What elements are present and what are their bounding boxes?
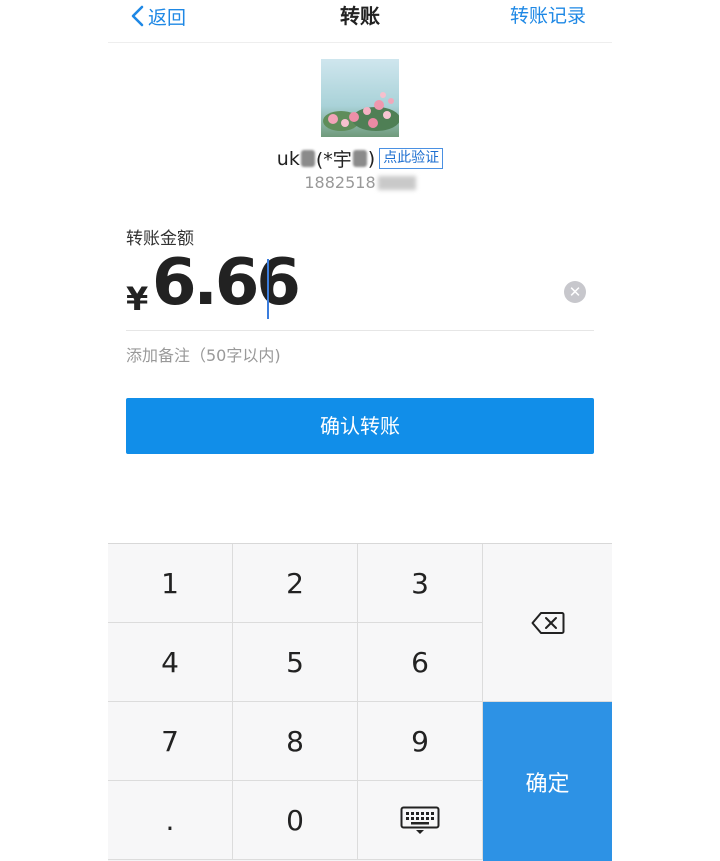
transfer-history-link[interactable]: 转账记录 — [510, 2, 586, 30]
key-9[interactable]: 9 — [358, 702, 483, 781]
recipient-name-suffix: ) — [367, 147, 376, 170]
key-6[interactable]: 6 — [358, 623, 483, 702]
recipient-name: uk (*宇 ) — [277, 145, 375, 172]
key-7[interactable]: 7 — [108, 702, 233, 781]
key-4[interactable]: 4 — [108, 623, 233, 702]
phone-visible-digits: 1882518 — [304, 173, 376, 192]
key-5[interactable]: 5 — [233, 623, 358, 702]
recipient-phone: 1882518 — [108, 173, 612, 192]
key-2[interactable]: 2 — [233, 544, 358, 623]
remark-input[interactable]: 添加备注（50字以内) — [126, 342, 281, 366]
key-0[interactable]: 0 — [233, 781, 358, 860]
key-8[interactable]: 8 — [233, 702, 358, 781]
recipient-name-prefix: uk — [276, 147, 300, 170]
close-icon: ✕ — [568, 283, 582, 301]
key-decimal[interactable]: . — [108, 781, 233, 860]
backspace-button[interactable] — [483, 544, 612, 702]
clear-amount-button[interactable]: ✕ — [564, 281, 586, 303]
transfer-screen: 返回 转账 转账记录 uk (*宇) 点此验证 1882518 转账金额 ¥ … — [108, 0, 612, 861]
masked-character — [300, 150, 315, 167]
numeric-keypad: 1 2 3 4 5 6 7 8 9 . 0 确定 — [108, 543, 612, 861]
key-1[interactable]: 1 — [108, 544, 233, 623]
recipient-name-row: uk (*宇 ) 点此验证 — [108, 145, 612, 172]
key-3[interactable]: 3 — [358, 544, 483, 623]
masked-phone-digits — [377, 175, 416, 190]
amount-input[interactable]: ¥ 6.66 ✕ — [126, 246, 594, 331]
currency-symbol: ¥ — [126, 280, 149, 318]
nav-bar: 返回 转账 转账记录 — [108, 0, 612, 43]
masked-character — [352, 150, 367, 167]
text-caret — [267, 259, 269, 319]
verify-button[interactable]: 点此验证 — [379, 148, 444, 169]
keypad-confirm-button[interactable]: 确定 — [483, 702, 612, 861]
amount-value: 6.66 — [152, 246, 301, 320]
avatar — [321, 59, 399, 137]
recipient-name-mid: (*宇 — [315, 149, 352, 171]
hide-keyboard-button[interactable] — [358, 781, 483, 860]
confirm-transfer-button[interactable]: 确认转账 — [126, 398, 594, 454]
backspace-icon — [531, 611, 564, 634]
keyboard-icon — [400, 806, 440, 834]
